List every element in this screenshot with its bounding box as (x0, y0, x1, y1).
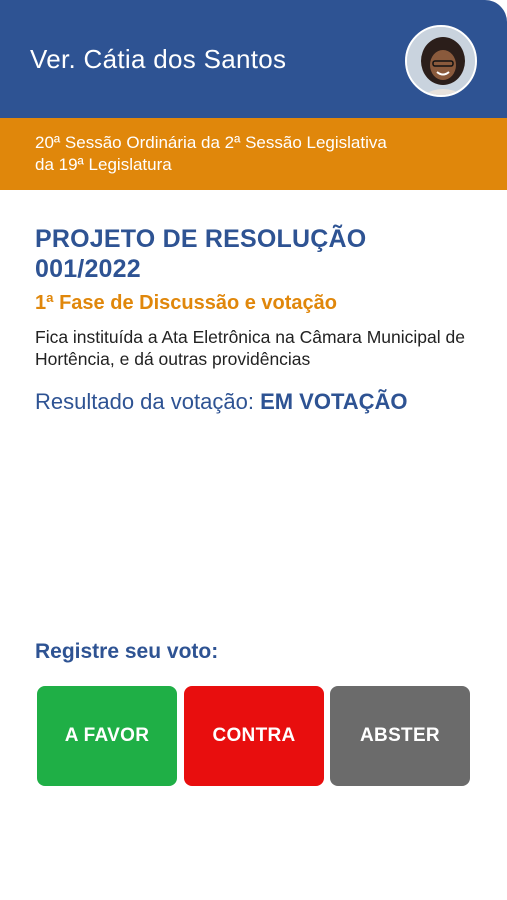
vote-prompt: Registre seu voto: (35, 640, 219, 663)
session-line-1: 20ª Sessão Ordinária da 2ª Sessão Legisl… (35, 133, 387, 152)
project-details: PROJETO DE RESOLUÇÃO 001/2022 1ª Fase de… (35, 224, 475, 416)
voting-result: Resultado da votação: EM VOTAÇÃO (35, 388, 475, 416)
vote-favor-button[interactable]: A FAVOR (37, 686, 177, 786)
avatar[interactable] (405, 25, 477, 97)
user-avatar-icon (407, 27, 475, 95)
councilor-name: Ver. Cátia dos Santos (30, 44, 287, 74)
project-description: Fica instituída a Ata Eletrônica na Câma… (35, 327, 465, 369)
app-header: Ver. Cátia dos Santos (0, 0, 507, 118)
project-title: PROJETO DE RESOLUÇÃO 001/2022 (35, 225, 367, 283)
vote-abster-button[interactable]: ABSTER (330, 686, 470, 786)
session-info: 20ª Sessão Ordinária da 2ª Sessão Legisl… (0, 118, 507, 190)
result-status: EM VOTAÇÃO (260, 389, 408, 414)
discussion-phase: 1ª Fase de Discussão e votação (35, 292, 337, 314)
session-line-2: da 19ª Legislatura (35, 155, 172, 174)
result-label: Resultado da votação: (35, 389, 254, 414)
vote-contra-button[interactable]: CONTRA (184, 686, 324, 786)
